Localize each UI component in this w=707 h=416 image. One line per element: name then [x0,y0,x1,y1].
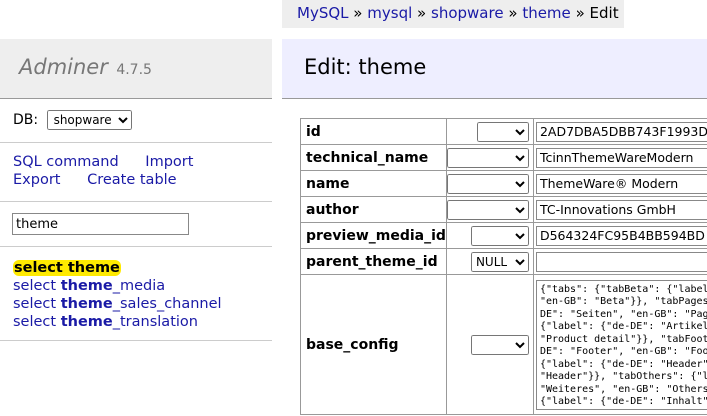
db-select[interactable]: shopware [46,110,132,130]
value-cell: TC-Innovations GmbH [532,196,707,223]
field-name: technical_name [300,144,447,171]
table-name-match: theme [60,278,113,294]
breadcrumb-mysql-server[interactable]: MySQL [297,4,349,22]
breadcrumb-mysql-db[interactable]: mysql [367,4,412,22]
base-config-textarea[interactable]: {"tabs": {"tabBeta": {"label "en-GB": "B… [535,279,707,410]
table-name-rest: _sales_channel [112,296,222,312]
function-select[interactable] [470,334,529,355]
table-row: technical_name TcinnThemeWareModern [300,144,707,171]
id-field[interactable]: 2AD7DBA5DBB743F1993D [535,121,707,142]
select-link-label: select [14,260,68,276]
breadcrumb: MySQL » mysql » shopware » theme » Edit [282,0,624,28]
name-field[interactable]: ThemeWare® Modern [535,173,707,194]
function-cell [445,196,534,223]
page-title: Edit: theme [282,39,707,99]
table-row: parent_theme_id NULL [300,248,707,275]
divider [0,201,272,202]
field-name: base_config [300,274,447,415]
function-select[interactable]: NULL [470,251,529,272]
table-name-match: theme [60,314,113,330]
list-item: select theme_sales_channel [13,295,222,313]
edit-form-table: id 2AD7DBA5DBB743F1993D technical_name T… [300,118,707,415]
table-link-theme-translation[interactable]: select theme_translation [13,314,198,330]
table-filter-input[interactable] [12,213,189,235]
function-cell [445,222,534,249]
field-name: id [300,118,447,145]
table-row: name ThemeWare® Modern [300,170,707,197]
table-link-theme-sales-channel[interactable]: select theme_sales_channel [13,296,222,312]
table-name-rest: _media [112,278,166,294]
app-header: Adminer 4.7.5 [0,39,272,99]
breadcrumb-separator: » [417,4,427,22]
function-cell [445,170,534,197]
table-list: select theme select theme_media select t… [13,259,222,331]
value-cell: ThemeWare® Modern [532,170,707,197]
author-field[interactable]: TC-Innovations GmbH [535,199,707,220]
divider [0,340,272,341]
table-row: id 2AD7DBA5DBB743F1993D [300,118,707,145]
import-link[interactable]: Import [145,154,193,170]
function-select[interactable] [470,225,529,246]
breadcrumb-separator: » [353,4,363,22]
breadcrumb-current: Edit [589,4,619,22]
divider [0,142,272,143]
table-row: base_config {"tabs": {"tabBeta": {"label… [300,274,707,415]
value-cell: 2AD7DBA5DBB743F1993D [532,118,707,145]
breadcrumb-separator: » [575,4,585,22]
db-label: DB: [13,112,39,128]
breadcrumb-theme-table[interactable]: theme [522,4,570,22]
table-name-match: theme [60,296,113,312]
function-cell [445,274,534,415]
field-name: parent_theme_id [300,248,447,275]
breadcrumb-shopware-db[interactable]: shopware [431,4,504,22]
function-select[interactable] [446,173,529,194]
technical-name-field[interactable]: TcinnThemeWareModern [535,147,707,168]
table-name: theme [67,260,120,276]
menu-links: SQL command Import Export Create table [13,153,215,189]
db-selector-row: DB: shopware [13,110,132,130]
list-item: select theme_media [13,277,222,295]
function-cell: NULL [445,248,534,275]
function-select[interactable] [476,121,529,142]
breadcrumb-separator: » [508,4,518,22]
select-link-label: select [13,278,61,294]
create-table-link[interactable]: Create table [87,172,177,188]
value-cell: TcinnThemeWareModern [532,144,707,171]
export-link[interactable]: Export [13,172,60,188]
sql-command-link[interactable]: SQL command [13,154,119,170]
function-cell [445,118,534,145]
select-link-label: select [13,296,61,312]
value-cell: D564324FC95B4BB594BD [532,222,707,249]
select-link-label: select [13,314,61,330]
function-cell [445,144,534,171]
table-name-rest: _translation [112,314,198,330]
preview-media-id-field[interactable]: D564324FC95B4BB594BD [535,225,707,246]
table-link-theme-media[interactable]: select theme_media [13,278,165,294]
list-item: select theme [13,259,222,277]
table-row: author TC-Innovations GmbH [300,196,707,223]
field-name: name [300,170,447,197]
table-link-theme[interactable]: select theme [13,260,121,276]
value-cell: {"tabs": {"tabBeta": {"label "en-GB": "B… [532,274,707,415]
app-name-link[interactable]: Adminer [19,55,108,79]
parent-theme-id-field[interactable] [535,251,707,272]
value-cell [532,248,707,275]
divider [0,246,272,247]
table-row: preview_media_id D564324FC95B4BB594BD [300,222,707,249]
field-name: author [300,196,447,223]
function-select[interactable] [446,147,529,168]
function-select[interactable] [446,199,529,220]
field-name: preview_media_id [300,222,447,249]
app-version: 4.7.5 [116,62,152,78]
list-item: select theme_translation [13,313,222,331]
